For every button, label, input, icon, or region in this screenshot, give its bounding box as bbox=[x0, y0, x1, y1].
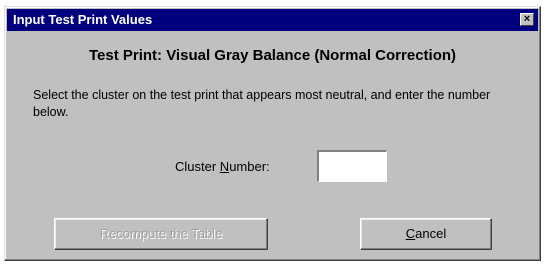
recompute-button-label: Recompute the Table bbox=[99, 226, 223, 241]
recompute-table-button[interactable]: Recompute the Table bbox=[54, 218, 268, 250]
cluster-label-accelerator: N bbox=[219, 159, 230, 174]
cancel-button-label: ancel bbox=[415, 226, 447, 241]
title-bar: Input Test Print Values × bbox=[7, 9, 538, 31]
cluster-number-input[interactable] bbox=[317, 150, 387, 182]
input-test-print-values-dialog: Input Test Print Values × Test Print: Vi… bbox=[4, 6, 541, 261]
close-icon: × bbox=[523, 13, 531, 25]
cluster-label-suffix: umber: bbox=[229, 159, 270, 174]
cluster-label-prefix: Cluster bbox=[175, 159, 220, 174]
instruction-text: Select the cluster on the test print tha… bbox=[33, 88, 491, 119]
close-button[interactable]: × bbox=[520, 13, 534, 26]
cancel-accelerator: C bbox=[405, 226, 416, 241]
dialog-heading: Test Print: Visual Gray Balance (Normal … bbox=[88, 47, 457, 64]
cluster-number-label: Cluster Number: bbox=[175, 159, 270, 174]
window-title: Input Test Print Values bbox=[13, 12, 153, 27]
cancel-button[interactable]: Cancel bbox=[360, 218, 492, 250]
